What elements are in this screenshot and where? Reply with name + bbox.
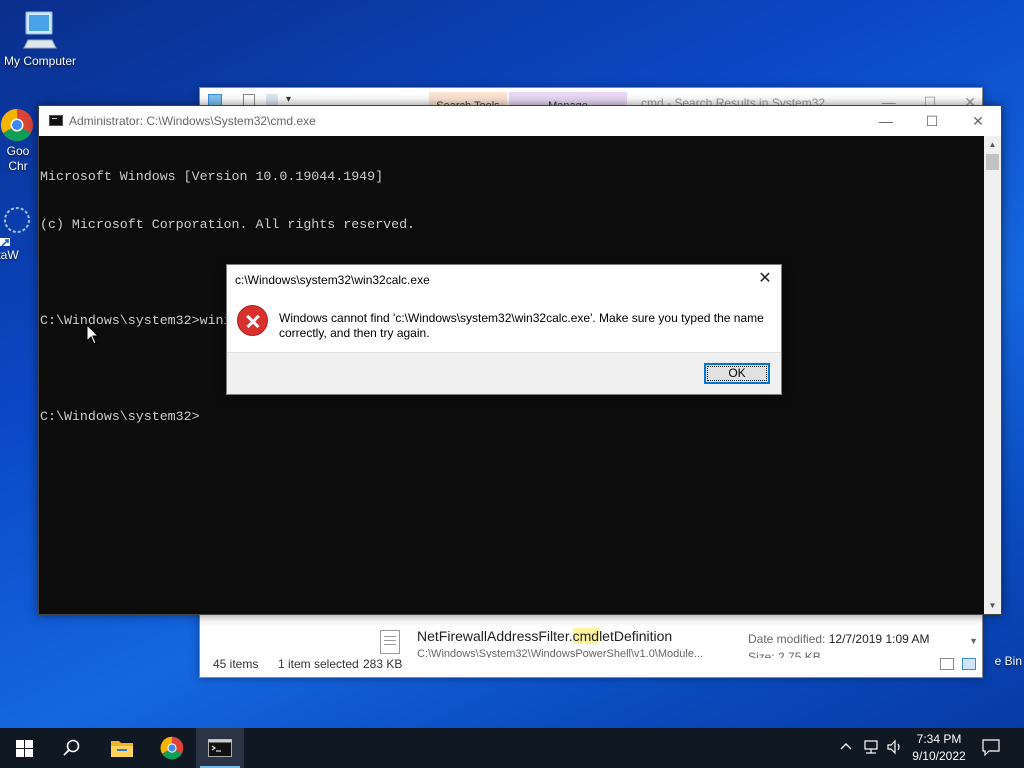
ok-button[interactable]: OK	[704, 363, 770, 384]
taskbar: 7:34 PM 9/10/2022	[0, 728, 1024, 768]
status-size: 283 KB	[363, 657, 403, 671]
quick-access-dropdown-icon[interactable]: ▾	[286, 94, 291, 105]
volume-icon[interactable]	[886, 739, 904, 758]
dialog-footer: OK	[227, 352, 781, 394]
minimize-button[interactable]: —	[863, 106, 909, 136]
desktop-icon-datawarrior[interactable]: DataW	[0, 206, 38, 262]
desktop-icon-my-computer[interactable]: My Computer	[0, 10, 80, 68]
network-icon[interactable]	[862, 739, 880, 758]
desktop-icon-google-chrome[interactable]: Goo Chr	[0, 108, 38, 174]
scroll-down-icon[interactable]: ▼	[969, 636, 978, 646]
file-icon	[380, 630, 400, 654]
taskbar-clock[interactable]: 7:34 PM 9/10/2022	[905, 731, 973, 765]
vertical-scrollbar[interactable]: ▲ ▼	[984, 136, 1001, 614]
cmd-icon	[208, 739, 232, 757]
clock-date: 9/10/2022	[912, 749, 966, 763]
file-name: NetFirewallAddressFilter.cmdletDefinitio…	[417, 628, 673, 644]
chrome-icon	[160, 736, 184, 760]
cmd-window-controls: — ☐ ✕	[863, 106, 1001, 136]
desktop-icon-label: My Computer	[3, 54, 77, 68]
dialog-close-button[interactable]: ✕	[755, 269, 775, 289]
taskbar-chrome[interactable]	[148, 728, 196, 768]
scroll-down-icon[interactable]: ▼	[984, 597, 1001, 614]
close-button[interactable]: ✕	[955, 106, 1001, 136]
status-selected: 1 item selected	[278, 657, 359, 671]
search-icon	[63, 739, 80, 756]
cmd-titlebar[interactable]: Administrator: C:\Windows\System32\cmd.e…	[39, 106, 1001, 136]
details-view-icon[interactable]	[940, 658, 954, 670]
taskbar-file-explorer[interactable]	[98, 728, 146, 768]
chrome-icon	[0, 108, 33, 142]
action-center-notification-icon[interactable]	[982, 739, 1000, 759]
maximize-button[interactable]: ☐	[909, 106, 955, 136]
scrollbar-thumb[interactable]	[986, 154, 999, 170]
error-dialog[interactable]: c:\Windows\system32\win32calc.exe ✕ Wind…	[226, 264, 782, 395]
console-line: (c) Microsoft Corporation. All rights re…	[40, 217, 416, 232]
mouse-cursor-icon	[86, 324, 100, 345]
windows-logo-icon	[15, 739, 33, 757]
status-bar: 45 items 1 item selected 283 KB	[200, 653, 982, 677]
error-icon	[237, 305, 268, 336]
clock-time: 7:34 PM	[916, 732, 962, 746]
console-line: C:\Windows\system32>	[40, 409, 200, 424]
cmd-icon	[49, 115, 63, 126]
scroll-up-icon[interactable]: ▲	[984, 136, 1001, 153]
dialog-title: c:\Windows\system32\win32calc.exe	[235, 273, 430, 287]
show-hidden-icons-chevron-icon[interactable]	[839, 739, 853, 756]
search-button[interactable]	[48, 728, 96, 768]
dialog-message: Windows cannot find 'c:\Windows\system32…	[279, 311, 764, 340]
desktop-icon-label: Goo Chr	[6, 144, 30, 173]
large-icons-view-icon[interactable]	[962, 658, 976, 670]
file-explorer-icon	[111, 741, 133, 757]
taskbar-cmd[interactable]	[196, 728, 244, 768]
console-line: Microsoft Windows [Version 10.0.19044.19…	[40, 169, 384, 184]
desktop-icon-label: DataW	[0, 248, 19, 262]
status-item-count: 45 items	[213, 657, 259, 671]
my-computer-icon	[23, 11, 57, 49]
date-modified: Date modified: 12/7/2019 1:09 AM	[748, 632, 930, 646]
start-button[interactable]	[0, 728, 48, 768]
cmd-window-title: Administrator: C:\Windows\System32\cmd.e…	[69, 114, 316, 128]
datawarrior-icon	[0, 207, 30, 246]
